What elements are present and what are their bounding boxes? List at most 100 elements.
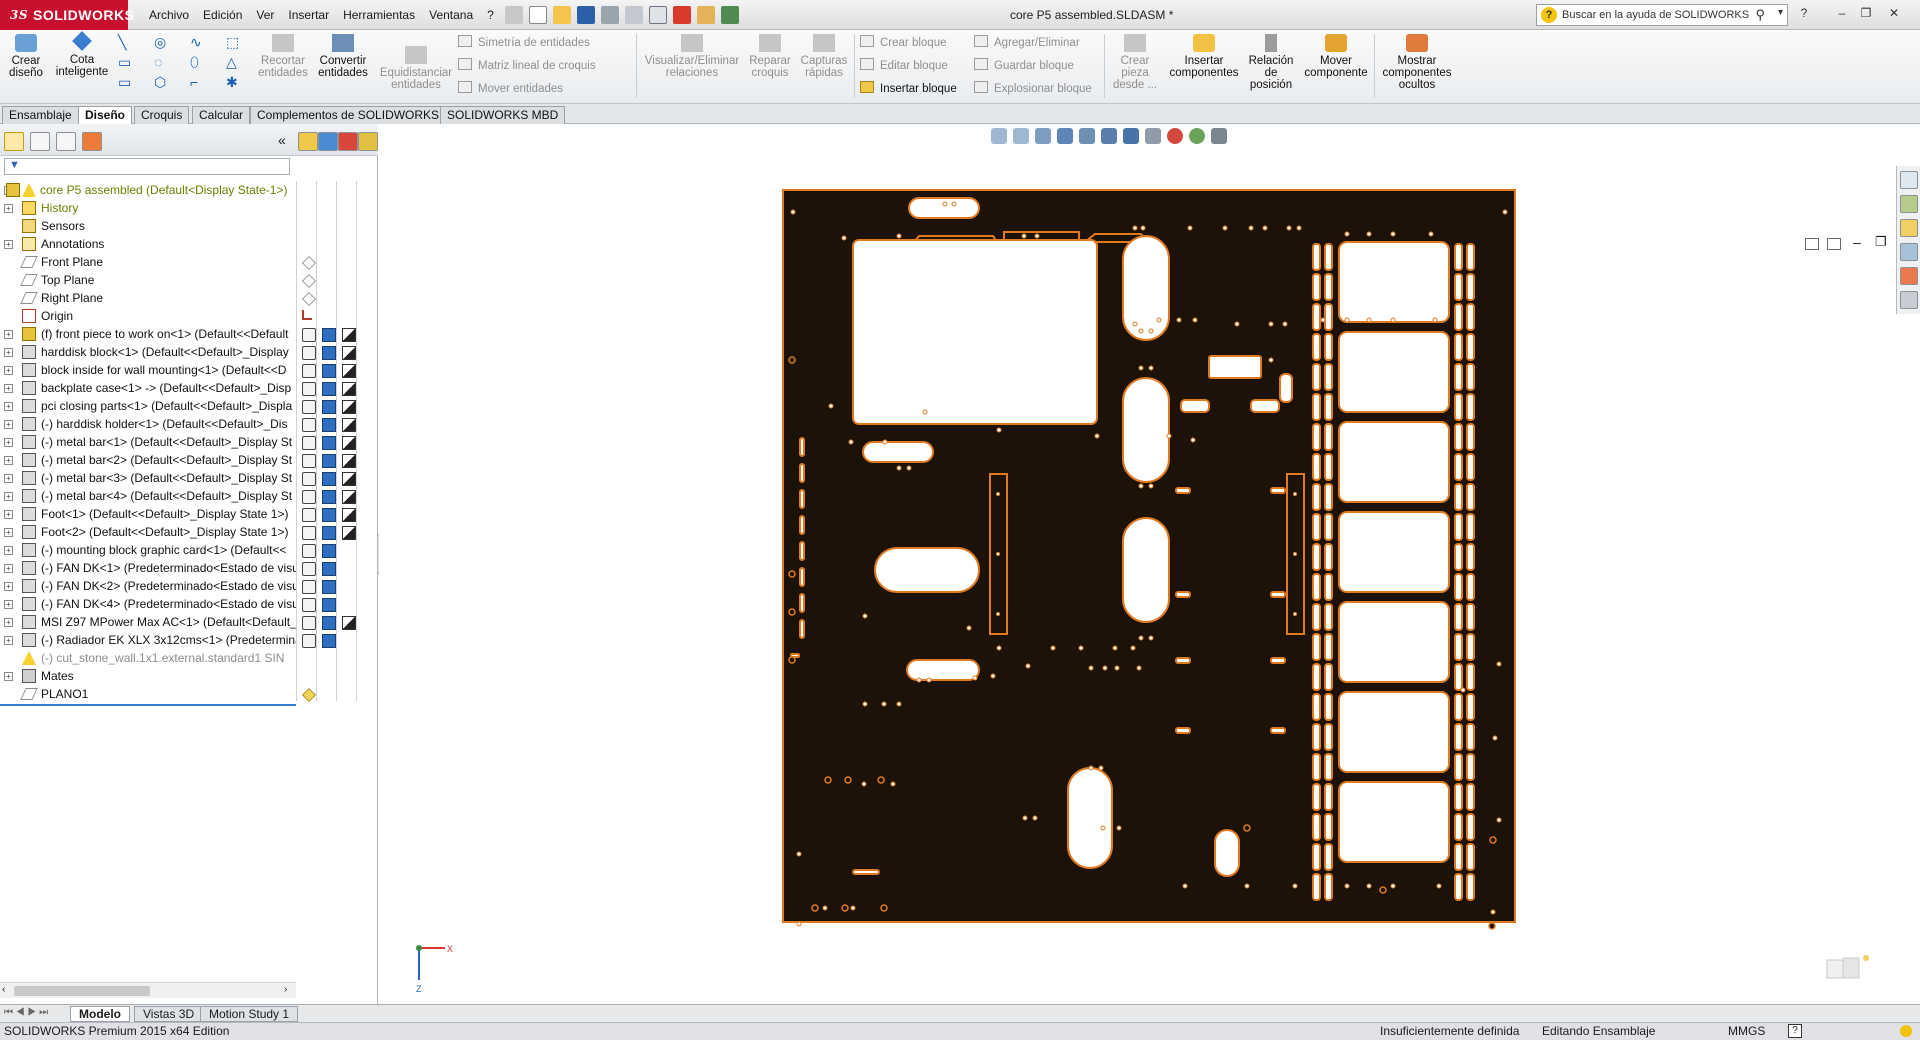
- tree-item[interactable]: + (-) metal bar<1> (Default<<Default>_Dis…: [0, 433, 296, 451]
- transparency-icon[interactable]: [342, 616, 356, 630]
- expand-toggle-icon[interactable]: +: [4, 546, 13, 555]
- component-tag-icon[interactable]: [302, 490, 316, 504]
- tree-item[interactable]: Top Plane: [0, 271, 296, 289]
- component-tag-icon[interactable]: [302, 382, 316, 396]
- scrollbar-thumb[interactable]: [14, 986, 150, 996]
- menu-edicion[interactable]: Edición: [196, 8, 249, 22]
- help-status-icon[interactable]: ?: [1788, 1024, 1802, 1038]
- print-icon[interactable]: [601, 6, 619, 24]
- tree-item[interactable]: + History: [0, 199, 296, 217]
- feature-tree-tab-icon[interactable]: [4, 132, 24, 151]
- line-icon[interactable]: ╲: [118, 34, 126, 51]
- tree-item[interactable]: + (-) harddisk holder<1> (Default<<Defaul…: [0, 415, 296, 433]
- guardar-bloque-button[interactable]: Guardar bloque: [974, 57, 1074, 75]
- component-tag-icon[interactable]: [302, 472, 316, 486]
- tree-item[interactable]: PLANO1: [0, 685, 296, 703]
- expand-toggle-icon[interactable]: +: [4, 402, 13, 411]
- select-icon[interactable]: [649, 6, 667, 24]
- tree-item[interactable]: + backplate case<1> -> (Default<<Default>…: [0, 379, 296, 397]
- tab-motion-study[interactable]: Motion Study 1: [200, 1006, 299, 1022]
- save-icon[interactable]: [577, 6, 595, 24]
- display-mode-icon[interactable]: [322, 490, 336, 504]
- crear-bloque-button[interactable]: Crear bloque: [860, 34, 946, 52]
- tree-filter-input[interactable]: ▼: [4, 158, 290, 175]
- open-folder-icon[interactable]: [553, 6, 571, 24]
- transparency-icon[interactable]: [342, 472, 356, 486]
- home-icon[interactable]: [1900, 171, 1918, 189]
- display-manager-tab-icon[interactable]: [82, 132, 102, 151]
- tree-item[interactable]: + (-) metal bar<4> (Default<<Default>_Dis…: [0, 487, 296, 505]
- view-palette-icon[interactable]: [1900, 243, 1918, 261]
- component-tag-icon[interactable]: [302, 436, 316, 450]
- crear-pieza-button[interactable]: Crear pieza desde ...: [1110, 34, 1160, 91]
- component-tag-icon[interactable]: [302, 418, 316, 432]
- expand-toggle-icon[interactable]: +: [4, 564, 13, 573]
- insertar-componentes-button[interactable]: Insertar componentes: [1164, 34, 1244, 79]
- expand-toggle-icon[interactable]: +: [4, 600, 13, 609]
- property-manager-tab-icon[interactable]: [30, 132, 50, 151]
- tab-diseno[interactable]: Diseño: [78, 106, 133, 124]
- design-library-icon[interactable]: [1900, 195, 1918, 213]
- ellipse-icon[interactable]: ⬯: [190, 54, 199, 71]
- simetria-button[interactable]: Simetría de entidades: [458, 34, 590, 52]
- component-tag-icon[interactable]: [302, 526, 316, 540]
- agregar-eliminar-button[interactable]: Agregar/Eliminar: [974, 34, 1080, 52]
- expand-toggle-icon[interactable]: +: [4, 240, 13, 249]
- expand-toggle-icon[interactable]: +: [4, 618, 13, 627]
- expand-toggle-icon[interactable]: +: [4, 456, 13, 465]
- solidworks-logo[interactable]: 3S SOLIDWORKS: [0, 0, 134, 30]
- transparency-icon[interactable]: [342, 382, 356, 396]
- display-state-icon[interactable]: [318, 132, 338, 151]
- display-mode-icon[interactable]: [322, 364, 336, 378]
- tree-item[interactable]: + (-) FAN DK<4> (Predeterminado<Estado de…: [0, 595, 296, 613]
- recortar-button[interactable]: Recortar entidades: [258, 34, 308, 79]
- rebuild-icon[interactable]: [673, 6, 691, 24]
- expand-toggle-icon[interactable]: +: [4, 420, 13, 429]
- cad-model-view[interactable]: X Z: [379, 124, 1920, 1004]
- polygon-icon[interactable]: ⬡: [154, 74, 166, 91]
- expand-toggle-icon[interactable]: +: [4, 348, 13, 357]
- display-mode-icon[interactable]: [322, 562, 336, 576]
- insertar-bloque-button[interactable]: Insertar bloque: [860, 80, 957, 98]
- component-tag-icon[interactable]: [302, 598, 316, 612]
- restore-icon[interactable]: ❐: [1858, 6, 1874, 22]
- component-tag-icon[interactable]: [302, 346, 316, 360]
- graphics-area[interactable]: – ❐ ✕ X Z: [379, 124, 1920, 1004]
- transparency-icon[interactable]: [342, 346, 356, 360]
- expand-toggle-icon[interactable]: +: [4, 582, 13, 591]
- menu-help[interactable]: ?: [480, 8, 501, 22]
- component-tag-icon[interactable]: [302, 400, 316, 414]
- component-tag-icon[interactable]: [302, 562, 316, 576]
- transparency-icon[interactable]: [342, 526, 356, 540]
- configuration-tab-icon[interactable]: [56, 132, 76, 151]
- transparency-icon[interactable]: [342, 508, 356, 522]
- tab-ensamblaje[interactable]: Ensamblaje: [2, 106, 79, 124]
- tree-horizontal-scrollbar[interactable]: ‹ ›: [0, 982, 296, 998]
- relacion-posicion-button[interactable]: Relación de posición: [1246, 34, 1296, 91]
- tree-item[interactable]: Right Plane: [0, 289, 296, 307]
- color-icon[interactable]: [338, 132, 358, 151]
- transparency-icon[interactable]: [342, 364, 356, 378]
- tab-croquis[interactable]: Croquis: [134, 106, 190, 124]
- tree-item[interactable]: + Foot<2> (Default<<Default>_Display Stat…: [0, 523, 296, 541]
- expand-toggle-icon[interactable]: +: [4, 672, 13, 681]
- units-status[interactable]: MMGS: [1728, 1023, 1765, 1040]
- front-panel-part[interactable]: [782, 189, 1516, 930]
- search-dropdown-icon[interactable]: ▾: [1778, 7, 1783, 18]
- tree-item[interactable]: (-) cut_stone_wall.1x1.external.standard…: [0, 649, 296, 667]
- display-mode-icon[interactable]: [322, 400, 336, 414]
- collapse-panel-icon[interactable]: «: [278, 132, 286, 148]
- display-mode-icon[interactable]: [322, 598, 336, 612]
- expand-toggle-icon[interactable]: +: [4, 366, 13, 375]
- matriz-button[interactable]: Matriz lineal de croquis: [458, 57, 596, 75]
- editar-bloque-button[interactable]: Editar bloque: [860, 57, 948, 75]
- component-tag-icon[interactable]: [302, 634, 316, 648]
- display-mode-icon[interactable]: [322, 580, 336, 594]
- rectangle-icon[interactable]: ▭: [118, 54, 131, 71]
- expand-toggle-icon[interactable]: +: [4, 438, 13, 447]
- expand-toggle-icon[interactable]: +: [4, 384, 13, 393]
- display-mode-icon[interactable]: [322, 616, 336, 630]
- spline-icon[interactable]: ∿: [190, 34, 202, 51]
- scroll-right-icon[interactable]: ›: [284, 984, 287, 995]
- file-explorer-icon[interactable]: [1900, 219, 1918, 237]
